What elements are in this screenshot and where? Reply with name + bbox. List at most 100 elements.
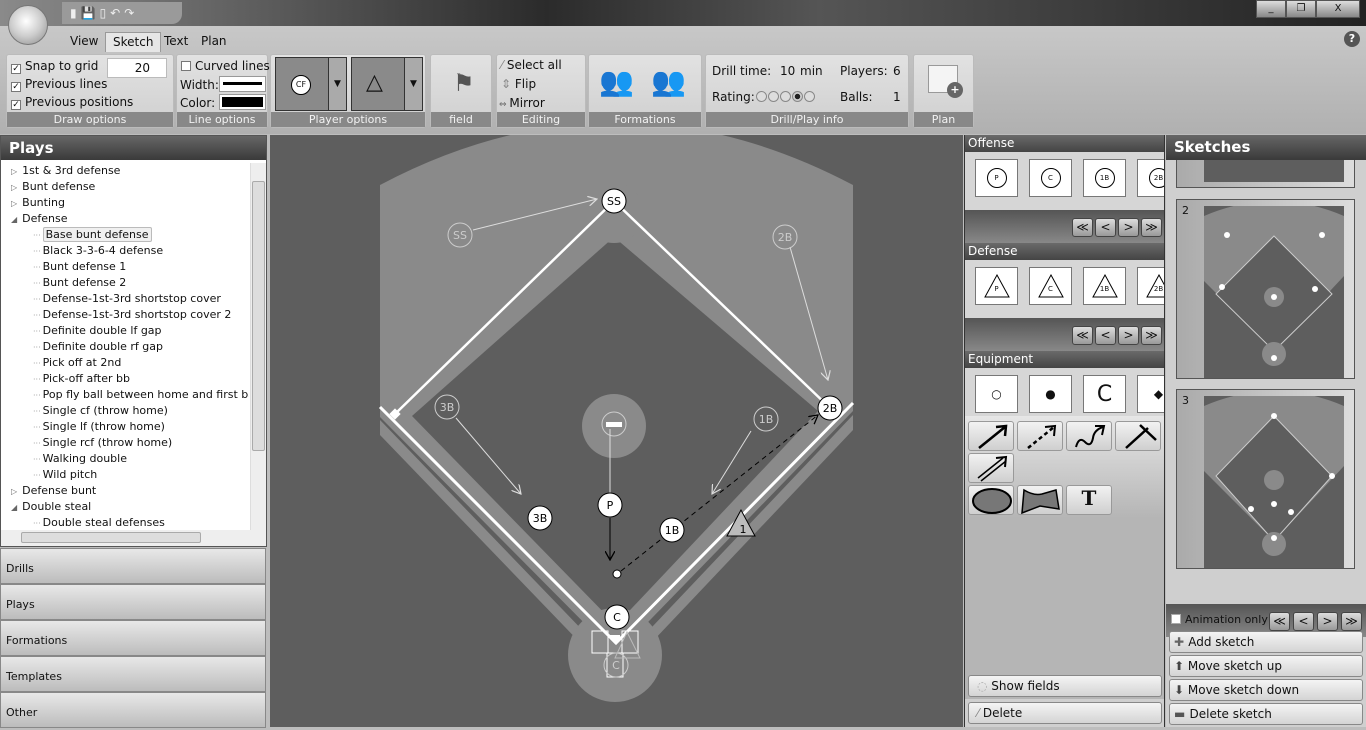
defense-symbol-dropdown[interactable]: △ ▼ (351, 57, 423, 111)
tree-item[interactable]: ··· Defense-1st-3rd shortstop cover 2 (1, 307, 249, 323)
tree-item[interactable]: ··· Black 3-3-6-4 defense (1, 243, 249, 259)
expand-icon[interactable]: ▷ (11, 183, 17, 192)
tab-sketch[interactable]: Sketch (105, 32, 162, 52)
collapse-icon[interactable]: ◢ (11, 215, 17, 224)
minimize-button[interactable]: _ (1256, 0, 1286, 18)
save-formation-icon[interactable]: 👥 (599, 65, 634, 98)
rating-dot[interactable] (804, 91, 815, 102)
tree-item[interactable]: ◢ Double steal (1, 499, 249, 515)
grid-size-spinner[interactable]: 20 (107, 58, 167, 78)
ellipse-tool[interactable] (968, 485, 1014, 515)
arrow-tool[interactable] (968, 421, 1014, 451)
delete-sketch-button[interactable]: ▬ Delete sketch (1169, 703, 1363, 725)
app-menu-button[interactable] (8, 5, 48, 45)
vertical-scrollbar[interactable] (250, 163, 266, 531)
sketch-thumbnail-1[interactable] (1176, 160, 1355, 188)
tree-item[interactable]: ··· Single cf (throw home) (1, 403, 249, 419)
offense-tile[interactable]: C (1029, 159, 1072, 197)
previous-positions-checkbox[interactable]: ✓ Previous positions (11, 95, 133, 110)
rating-dot[interactable] (768, 91, 779, 102)
redo-icon[interactable]: ↷ (124, 6, 134, 20)
text-tool[interactable]: T (1066, 485, 1112, 515)
expand-icon[interactable]: ▷ (11, 167, 17, 176)
move-sketch-down-button[interactable]: ⬇ Move sketch down (1169, 679, 1363, 701)
last-page-button[interactable]: ≫ (1341, 612, 1362, 631)
equipment-tile[interactable]: ○ (975, 375, 1018, 413)
tree-item[interactable]: ▷ 1st & 3rd defense (1, 163, 249, 179)
nav-formations[interactable]: Formations (0, 620, 266, 656)
tree-item[interactable]: ▷ Bunt defense (1, 179, 249, 195)
undo-icon[interactable]: ↶ (110, 6, 120, 20)
nav-other[interactable]: Other (0, 692, 266, 728)
prev-page-button[interactable]: < (1293, 612, 1314, 631)
offense-tile[interactable]: P (975, 159, 1018, 197)
tree-item[interactable]: ··· Definite double lf gap (1, 323, 249, 339)
sketch-thumbnail-2[interactable]: 2 (1176, 199, 1355, 379)
defense-tile[interactable]: 2B (1137, 267, 1164, 305)
add-formation-icon[interactable]: 👥 (651, 65, 686, 98)
tree-item[interactable]: ··· Definite double rf gap (1, 339, 249, 355)
select-all-button[interactable]: ⁄ Select all (501, 58, 562, 72)
mirror-button[interactable]: ⇔ Mirror (499, 96, 545, 110)
prev-page-button[interactable]: < (1095, 218, 1116, 237)
prev-page-button[interactable]: < (1095, 326, 1116, 345)
first-page-button[interactable]: ≪ (1072, 218, 1093, 237)
tree-item[interactable]: ··· Walking double (1, 451, 249, 467)
tab-text[interactable]: Text (157, 32, 195, 52)
equipment-tile[interactable]: C (1083, 375, 1126, 413)
first-page-button[interactable]: ≪ (1269, 612, 1290, 631)
expand-icon[interactable]: ▷ (11, 487, 17, 496)
help-icon[interactable]: ? (1344, 31, 1360, 47)
tree-item[interactable]: ··· Pick off at 2nd (1, 355, 249, 371)
last-page-button[interactable]: ≫ (1141, 218, 1162, 237)
polygon-tool[interactable] (1017, 485, 1063, 515)
next-page-button[interactable]: > (1317, 612, 1338, 631)
tree-item[interactable]: ··· Defense-1st-3rd shortstop cover (1, 291, 249, 307)
first-page-button[interactable]: ≪ (1072, 326, 1093, 345)
offense-tile[interactable]: 2B (1137, 159, 1164, 197)
tree-item[interactable]: ··· Wild pitch (1, 467, 249, 483)
last-page-button[interactable]: ≫ (1141, 326, 1162, 345)
move-sketch-up-button[interactable]: ⬆ Move sketch up (1169, 655, 1363, 677)
save-icon[interactable]: 💾 (81, 6, 96, 20)
tree-item[interactable]: ··· Bunt defense 1 (1, 259, 249, 275)
tree-item[interactable]: ··· Single rcf (throw home) (1, 435, 249, 451)
pin-icon[interactable]: ▮ (70, 6, 77, 20)
tree-item[interactable]: ··· Pop fly ball between home and first b… (1, 387, 249, 403)
tree-item[interactable]: ··· Pick-off after bb (1, 371, 249, 387)
block-line-tool[interactable] (1115, 421, 1161, 451)
rating-dot[interactable] (756, 91, 767, 102)
player-2b[interactable]: 2B (817, 395, 843, 421)
animation-only-checkbox[interactable]: Animation only (1171, 613, 1268, 626)
rating-control[interactable] (756, 91, 815, 102)
player-c[interactable]: C (604, 604, 630, 630)
rating-dot[interactable] (780, 91, 791, 102)
tree-item[interactable]: ▷ Defense bunt (1, 483, 249, 499)
sketch-thumbnail-3[interactable]: 3 (1176, 389, 1355, 569)
line-color-picker[interactable] (219, 94, 266, 110)
curved-lines-checkbox[interactable]: Curved lines (181, 59, 270, 73)
tree-item[interactable]: ◢ Defense (1, 211, 249, 227)
restore-button[interactable]: ❐ (1286, 0, 1316, 18)
player-3b[interactable]: 3B (527, 505, 553, 531)
close-button[interactable]: X (1316, 0, 1360, 18)
offense-symbol-dropdown[interactable]: CF ▼ (275, 57, 347, 111)
tree-item[interactable]: ··· Single lf (throw home) (1, 419, 249, 435)
tree-item[interactable]: ··· Double steal defenses (1, 515, 249, 531)
tree-item[interactable]: ▷ Bunting (1, 195, 249, 211)
drill-time-value[interactable]: 10 (780, 64, 795, 78)
snap-to-grid-checkbox[interactable]: ✓ Snap to grid (11, 59, 98, 74)
defense-tile[interactable]: P (975, 267, 1018, 305)
sketch-canvas[interactable]: SS 2B 3B 1B C SS 2B 3B P 1B C 1 (270, 122, 963, 727)
field-group[interactable]: ⚑ field (430, 54, 492, 128)
player-p[interactable]: P (597, 492, 623, 518)
plan-group[interactable]: + Plan (913, 54, 974, 128)
defense-tile[interactable]: 1B (1083, 267, 1126, 305)
defense-tile[interactable]: C (1029, 267, 1072, 305)
delete-button[interactable]: ⁄ Delete (968, 702, 1162, 724)
collapse-icon[interactable]: ◢ (11, 503, 17, 512)
line-width-picker[interactable] (219, 76, 266, 92)
rating-dot[interactable] (792, 91, 803, 102)
new-icon[interactable]: ▯ (100, 6, 107, 20)
next-page-button[interactable]: > (1118, 326, 1139, 345)
